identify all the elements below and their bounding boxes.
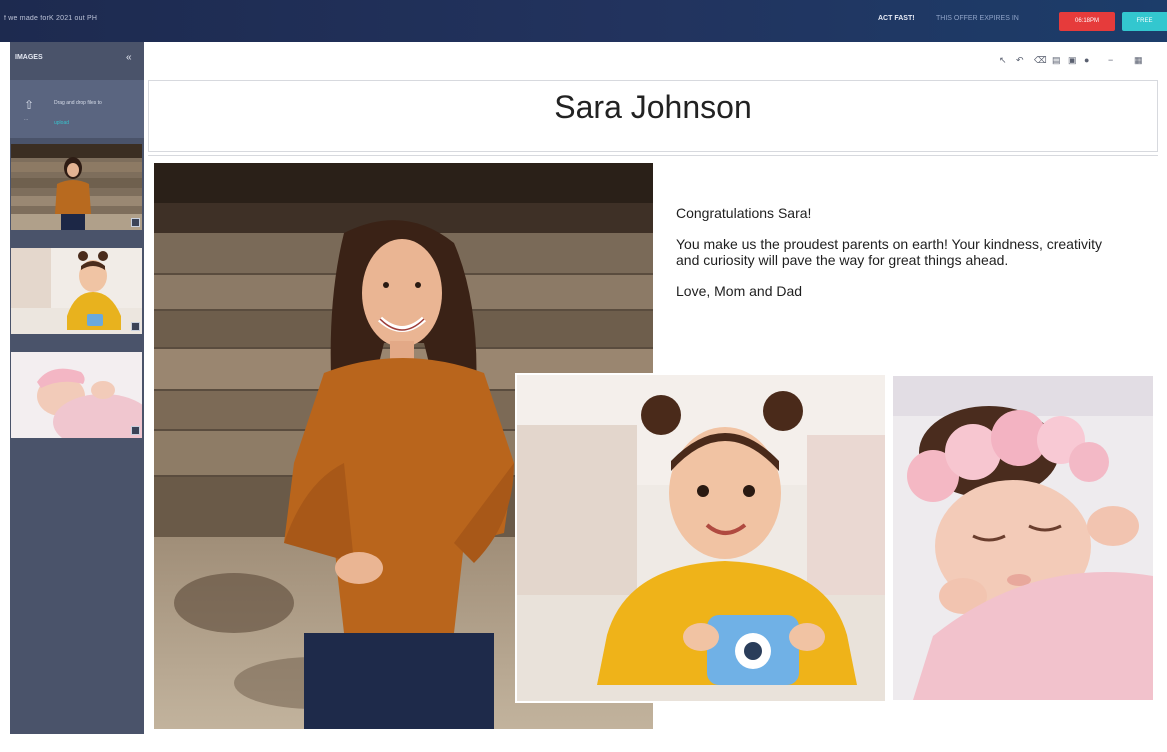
pointer-icon[interactable]: ↖ bbox=[999, 55, 1007, 66]
promo-bar: f we made forK 2021 out PH ACT FAST! THI… bbox=[0, 0, 1167, 42]
cta-button[interactable]: FREE bbox=[1122, 12, 1167, 31]
thumbnail-newborn[interactable] bbox=[11, 352, 142, 438]
grid-icon[interactable]: ▦ bbox=[1134, 55, 1143, 66]
message-signoff: Love, Mom and Dad bbox=[676, 283, 803, 299]
thumbnail-menu-icon[interactable] bbox=[131, 218, 140, 227]
thumbnail-menu-icon[interactable] bbox=[131, 426, 140, 435]
photo-toddler[interactable] bbox=[515, 373, 887, 703]
upload-icon-caption: ... bbox=[24, 116, 29, 122]
upload-link[interactable]: upload bbox=[54, 120, 69, 126]
minus-icon[interactable]: − bbox=[1108, 55, 1113, 65]
thumbnail-toddler[interactable] bbox=[11, 248, 142, 334]
message-textbox[interactable]: Congratulations Sara! You make us the pr… bbox=[676, 205, 1116, 314]
toddler-photo-image bbox=[517, 375, 885, 701]
act-fast-label: ACT FAST! bbox=[878, 15, 915, 22]
thumbnail-woman[interactable] bbox=[11, 144, 142, 230]
crop-icon[interactable]: ▣ bbox=[1068, 55, 1077, 66]
thumbnail-image bbox=[11, 352, 142, 438]
countdown-badge[interactable]: 06:18PM bbox=[1059, 12, 1115, 31]
message-body: You make us the proudest parents on eart… bbox=[676, 236, 1102, 268]
undo-icon[interactable]: ↶ bbox=[1016, 55, 1024, 66]
photo-newborn[interactable] bbox=[893, 376, 1153, 700]
thumbnail-menu-icon[interactable] bbox=[131, 322, 140, 331]
color-icon[interactable]: ● bbox=[1084, 55, 1089, 65]
thumbnail-image bbox=[11, 248, 142, 334]
upload-icon: ⇧ bbox=[24, 98, 35, 112]
title-textbox[interactable]: Sara Johnson bbox=[148, 80, 1158, 152]
images-sidebar: IMAGES « ⇧ ... Drag and drop files to up… bbox=[0, 42, 144, 752]
images-panel: IMAGES « ⇧ ... Drag and drop files to up… bbox=[10, 42, 144, 734]
message-greeting: Congratulations Sara! bbox=[676, 205, 812, 221]
page-title: Sara Johnson bbox=[554, 89, 752, 125]
newborn-photo-image bbox=[893, 376, 1153, 700]
editor-toolbar: ↖ ↶ ⌫ ▤ ▣ ● − ▦ bbox=[144, 42, 1167, 80]
delete-icon[interactable]: ⌫ bbox=[1034, 55, 1047, 66]
upload-instructions: Drag and drop files to bbox=[54, 100, 102, 106]
thumbnail-image bbox=[11, 144, 142, 230]
double-chevron-left-icon[interactable]: « bbox=[126, 52, 132, 63]
upload-dropzone[interactable]: ⇧ ... Drag and drop files to upload bbox=[10, 80, 144, 138]
panel-title: IMAGES bbox=[15, 54, 43, 61]
offer-expires-label: THIS OFFER EXPIRES IN bbox=[936, 15, 1019, 22]
promo-text: f we made forK 2021 out PH bbox=[4, 15, 98, 22]
layers-icon[interactable]: ▤ bbox=[1052, 55, 1061, 66]
